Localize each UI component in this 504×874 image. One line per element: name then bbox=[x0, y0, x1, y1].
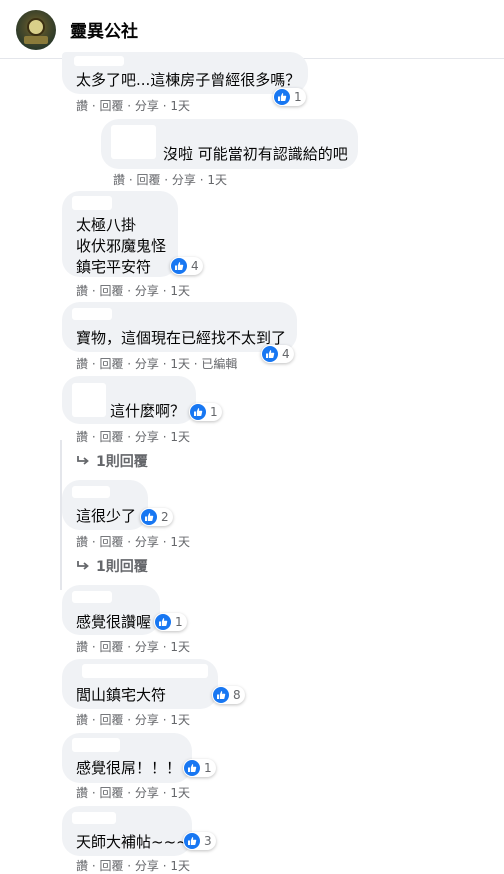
redacted-author bbox=[72, 308, 112, 320]
thumbs-up-icon bbox=[190, 404, 206, 420]
view-replies-link[interactable]: 1則回覆 bbox=[76, 451, 148, 471]
redacted-author bbox=[72, 196, 112, 210]
page-avatar[interactable] bbox=[16, 10, 56, 50]
reaction-number: 1 bbox=[204, 761, 212, 775]
comment-actions[interactable]: 讚 · 回覆 · 分享 · 1天 bbox=[113, 171, 227, 188]
reply-arrow-icon bbox=[76, 560, 90, 572]
redacted-author bbox=[111, 125, 156, 159]
reaction-count[interactable]: 2 bbox=[140, 508, 173, 526]
comment-actions[interactable]: 讚 · 回覆 · 分享 · 1天 bbox=[76, 857, 190, 874]
redacted-author bbox=[72, 812, 116, 824]
thumbs-up-icon bbox=[262, 346, 278, 362]
comment-actions[interactable]: 讚 · 回覆 · 分享 · 1天 bbox=[76, 533, 190, 550]
thumbs-up-icon bbox=[155, 614, 171, 630]
reaction-count[interactable]: 4 bbox=[261, 345, 294, 363]
reaction-count[interactable]: 1 bbox=[273, 88, 306, 106]
comment-text: 感覺很讚喔 bbox=[76, 613, 152, 631]
comment-text: 這什麼啊？ bbox=[110, 402, 186, 420]
reaction-number: 1 bbox=[175, 615, 183, 629]
comment-text: 寶物，這個現在已經找不太到了 bbox=[76, 329, 287, 347]
reaction-number: 1 bbox=[210, 405, 218, 419]
page-title[interactable]: 靈異公社 bbox=[70, 17, 138, 42]
reaction-count[interactable]: 1 bbox=[189, 403, 222, 421]
reaction-count[interactable]: 4 bbox=[170, 257, 203, 275]
reaction-number: 1 bbox=[294, 90, 302, 104]
comment-actions[interactable]: 讚 · 回覆 · 分享 · 1天 bbox=[76, 784, 190, 801]
comment-line: 鎮宅平安符 bbox=[76, 258, 152, 276]
reaction-count[interactable]: 1 bbox=[154, 613, 187, 631]
comment-actions[interactable]: 讚 · 回覆 · 分享 · 1天 bbox=[76, 282, 190, 299]
comment-text: 這很少了 bbox=[76, 507, 137, 525]
redacted-author bbox=[72, 486, 110, 498]
reaction-number: 4 bbox=[191, 259, 199, 273]
thumbs-up-icon bbox=[184, 760, 200, 776]
reply-arrow-icon bbox=[76, 455, 90, 467]
thumbs-up-icon bbox=[171, 258, 187, 274]
replies-label: 1則回覆 bbox=[96, 559, 148, 575]
redacted-author bbox=[72, 591, 112, 603]
redacted-author bbox=[74, 56, 124, 66]
reaction-count[interactable]: 8 bbox=[212, 686, 245, 704]
comment-actions[interactable]: 讚 · 回覆 · 分享 · 1天 · 已編輯 bbox=[76, 355, 237, 372]
avatar-base bbox=[24, 36, 48, 44]
reaction-number: 2 bbox=[161, 510, 169, 524]
replies-label: 1則回覆 bbox=[96, 454, 148, 470]
comment-text: 沒啦 可能當初有認識給的吧 bbox=[163, 145, 348, 163]
reaction-number: 3 bbox=[204, 834, 212, 848]
thumbs-up-icon bbox=[274, 89, 290, 105]
redacted-author bbox=[82, 664, 208, 678]
thumbs-up-icon bbox=[141, 509, 157, 525]
comment-line: 太極八掛 bbox=[76, 216, 137, 234]
thumbs-up-icon bbox=[184, 833, 200, 849]
reaction-number: 8 bbox=[233, 688, 241, 702]
reaction-number: 4 bbox=[282, 347, 290, 361]
redacted-author bbox=[72, 738, 120, 752]
comment-actions[interactable]: 讚 · 回覆 · 分享 · 1天 bbox=[76, 711, 190, 728]
comment-text: 天師大補帖~~~ bbox=[76, 833, 189, 851]
comment-line: 收伏邪魔鬼怪 bbox=[76, 237, 167, 255]
comment-actions[interactable]: 讚 · 回覆 · 分享 · 1天 bbox=[76, 428, 190, 445]
view-replies-link[interactable]: 1則回覆 bbox=[76, 556, 148, 576]
comment-actions[interactable]: 讚 · 回覆 · 分享 · 1天 bbox=[76, 97, 190, 114]
redacted-author bbox=[72, 383, 106, 417]
comment-text: 感覺很屌！！！ bbox=[76, 759, 182, 777]
comment-actions[interactable]: 讚 · 回覆 · 分享 · 1天 bbox=[76, 638, 190, 655]
comment-text: 太多了吧...這棟房子曾經很多嗎？ bbox=[76, 71, 301, 89]
avatar-emblem bbox=[27, 18, 45, 36]
reaction-count[interactable]: 1 bbox=[183, 759, 216, 777]
thumbs-up-icon bbox=[213, 687, 229, 703]
page-header: 靈異公社 bbox=[0, 0, 504, 59]
reaction-count[interactable]: 3 bbox=[183, 832, 216, 850]
comment-text: 閭山鎮宅大符 bbox=[76, 686, 167, 704]
